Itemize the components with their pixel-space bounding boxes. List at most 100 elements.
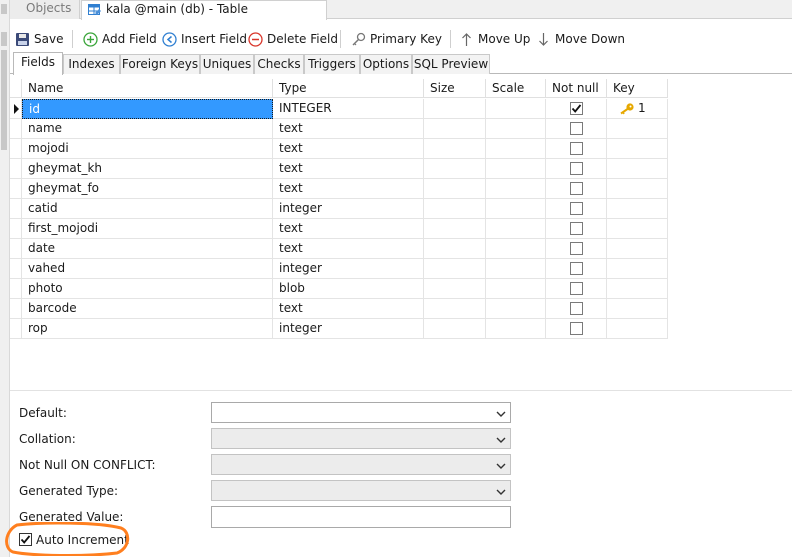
cell-key[interactable] bbox=[607, 239, 668, 259]
tab-checks[interactable]: Checks bbox=[254, 54, 304, 74]
not-null-checkbox[interactable] bbox=[570, 302, 583, 315]
cell-key[interactable] bbox=[607, 319, 668, 339]
not-null-checkbox[interactable] bbox=[570, 322, 583, 335]
cell-scale[interactable] bbox=[486, 239, 546, 259]
row-header[interactable] bbox=[10, 279, 22, 299]
column-header-size[interactable]: Size bbox=[424, 79, 486, 98]
cell-type[interactable]: text bbox=[273, 139, 424, 159]
cell-key[interactable] bbox=[607, 279, 668, 299]
row-header[interactable] bbox=[10, 259, 22, 279]
cell-size[interactable] bbox=[424, 199, 486, 219]
cell-name[interactable]: vahed bbox=[22, 259, 273, 279]
cell-type[interactable]: text bbox=[273, 159, 424, 179]
cell-name[interactable]: mojodi bbox=[22, 139, 273, 159]
table-row[interactable]: gheymat_kh text bbox=[10, 159, 668, 179]
cell-size[interactable] bbox=[424, 179, 486, 199]
insert-field-button[interactable]: Insert Field bbox=[161, 27, 247, 51]
move-down-button[interactable]: Move Down bbox=[535, 27, 625, 51]
row-header[interactable] bbox=[10, 119, 22, 139]
cell-type[interactable]: text bbox=[273, 119, 424, 139]
primary-key-button[interactable]: Primary Key bbox=[350, 27, 442, 51]
cell-size[interactable] bbox=[424, 99, 486, 119]
column-header-type[interactable]: Type bbox=[273, 79, 424, 98]
tab-fields[interactable]: Fields bbox=[13, 52, 63, 75]
cell-type[interactable]: integer bbox=[273, 259, 424, 279]
table-row[interactable]: gheymat_fo text bbox=[10, 179, 668, 199]
cell-size[interactable] bbox=[424, 119, 486, 139]
cell-type[interactable]: text bbox=[273, 179, 424, 199]
cell-type[interactable]: text bbox=[273, 219, 424, 239]
cell-type[interactable]: text bbox=[273, 239, 424, 259]
not-null-checkbox[interactable] bbox=[570, 182, 583, 195]
cell-name[interactable]: barcode bbox=[22, 299, 273, 319]
collation-combobox[interactable] bbox=[211, 428, 511, 449]
cell-scale[interactable] bbox=[486, 319, 546, 339]
cell-type[interactable]: INTEGER bbox=[273, 99, 424, 119]
column-header-not-null[interactable]: Not null bbox=[546, 79, 607, 98]
cell-name[interactable]: rop bbox=[22, 319, 273, 339]
cell-key[interactable] bbox=[607, 179, 668, 199]
save-button[interactable]: Save bbox=[14, 27, 63, 51]
table-row[interactable]: vahed integer bbox=[10, 259, 668, 279]
row-header[interactable] bbox=[10, 239, 22, 259]
cell-scale[interactable] bbox=[486, 99, 546, 119]
cell-size[interactable] bbox=[424, 279, 486, 299]
row-header[interactable] bbox=[10, 159, 22, 179]
tab-table-designer[interactable]: kala @main (db) - Table bbox=[81, 0, 327, 20]
cell-scale[interactable] bbox=[486, 259, 546, 279]
row-header[interactable] bbox=[10, 99, 22, 119]
column-header-name[interactable]: Name bbox=[22, 79, 273, 98]
not-null-checkbox[interactable] bbox=[570, 142, 583, 155]
cell-type[interactable]: integer bbox=[273, 199, 424, 219]
cell-name[interactable]: gheymat_fo bbox=[22, 179, 273, 199]
cell-name[interactable]: photo bbox=[22, 279, 273, 299]
not-null-checkbox[interactable] bbox=[570, 282, 583, 295]
row-header[interactable] bbox=[10, 219, 22, 239]
cell-size[interactable] bbox=[424, 139, 486, 159]
not-null-conflict-combobox[interactable] bbox=[211, 454, 511, 475]
tab-triggers[interactable]: Triggers bbox=[304, 54, 360, 74]
tab-indexes[interactable]: Indexes bbox=[63, 54, 120, 74]
cell-type[interactable]: blob bbox=[273, 279, 424, 299]
tab-uniques[interactable]: Uniques bbox=[200, 54, 254, 74]
row-header[interactable] bbox=[10, 319, 22, 339]
row-header[interactable] bbox=[10, 179, 22, 199]
not-null-checkbox[interactable] bbox=[570, 102, 583, 115]
tab-foreign-keys[interactable]: Foreign Keys bbox=[120, 54, 200, 74]
cell-key[interactable] bbox=[607, 259, 668, 279]
cell-scale[interactable] bbox=[486, 179, 546, 199]
cell-size[interactable] bbox=[424, 259, 486, 279]
generated-value-input[interactable] bbox=[211, 506, 511, 528]
not-null-checkbox[interactable] bbox=[570, 242, 583, 255]
cell-type[interactable]: integer bbox=[273, 319, 424, 339]
not-null-checkbox[interactable] bbox=[570, 262, 583, 275]
table-row[interactable]: photo blob bbox=[10, 279, 668, 299]
cell-size[interactable] bbox=[424, 239, 486, 259]
row-header[interactable] bbox=[10, 299, 22, 319]
table-row[interactable]: barcode text bbox=[10, 299, 668, 319]
cell-name[interactable]: name bbox=[22, 119, 273, 139]
generated-type-combobox[interactable] bbox=[211, 480, 511, 501]
cell-name[interactable]: date bbox=[22, 239, 273, 259]
cell-scale[interactable] bbox=[486, 299, 546, 319]
cell-name[interactable]: first_mojodi bbox=[22, 219, 273, 239]
tab-options[interactable]: Options bbox=[360, 54, 412, 74]
not-null-checkbox[interactable] bbox=[570, 222, 583, 235]
tab-sql-preview[interactable]: SQL Preview bbox=[412, 54, 490, 74]
row-header[interactable] bbox=[10, 199, 22, 219]
default-combobox[interactable] bbox=[211, 402, 511, 423]
cell-key[interactable] bbox=[607, 219, 668, 239]
cell-size[interactable] bbox=[424, 319, 486, 339]
cell-scale[interactable] bbox=[486, 119, 546, 139]
not-null-checkbox[interactable] bbox=[570, 122, 583, 135]
cell-key[interactable] bbox=[607, 199, 668, 219]
cell-size[interactable] bbox=[424, 219, 486, 239]
cell-scale[interactable] bbox=[486, 219, 546, 239]
not-null-checkbox[interactable] bbox=[570, 202, 583, 215]
cell-scale[interactable] bbox=[486, 199, 546, 219]
table-row[interactable]: rop integer bbox=[10, 319, 668, 339]
cell-key[interactable] bbox=[607, 159, 668, 179]
delete-field-button[interactable]: Delete Field bbox=[247, 27, 338, 51]
add-field-button[interactable]: Add Field bbox=[82, 27, 157, 51]
table-row[interactable]: name text bbox=[10, 119, 668, 139]
